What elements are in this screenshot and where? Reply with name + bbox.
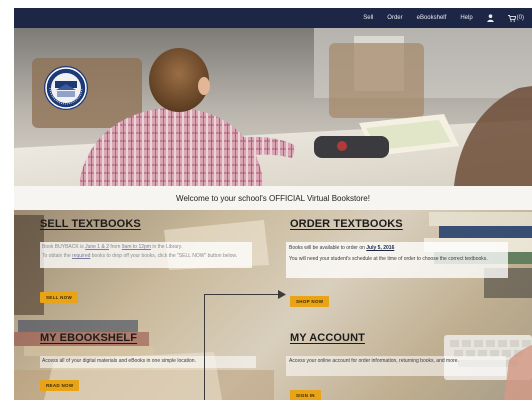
- sell-buyback-dates: June 1 & 2: [85, 244, 109, 250]
- sell-textbooks-text-2: To obtain the required books to drop off…: [42, 253, 250, 260]
- callout-line-vertical: [204, 294, 205, 400]
- sell-line1-post: in the Library.: [152, 244, 183, 250]
- hero-banner: [14, 28, 532, 186]
- hero-classroom-image: [14, 28, 532, 186]
- welcome-text: Welcome to your school's OFFICIAL Virtua…: [176, 193, 370, 203]
- order-line1-pre: Books will be available to order on: [289, 245, 365, 251]
- callout-line-horizontal: [204, 294, 282, 295]
- sell-textbooks-panel: Book BUYBACK is June 1 & 2 from 9am to 1…: [40, 242, 252, 268]
- page-frame: Sell Order eBookshelf Help (0) Welcome t…: [14, 8, 532, 400]
- sell-line2-pre: To obtain the: [42, 253, 71, 259]
- callout-arrow-icon: [278, 290, 286, 299]
- sell-buyback-time: 9am to 12pm: [121, 244, 151, 250]
- read-now-button[interactable]: READ NOW: [40, 380, 80, 391]
- sell-textbooks-text-1: Book BUYBACK is June 1 & 2 from 9am to 1…: [42, 244, 250, 251]
- order-textbooks-text-1: Books will be available to order on July…: [289, 245, 505, 252]
- user-icon[interactable]: [486, 14, 494, 22]
- order-textbooks-tile: ORDER TEXTBOOKS: [290, 218, 510, 230]
- sell-now-wrap: SELL NOW: [40, 286, 79, 304]
- shop-now-button[interactable]: SHOP NOW: [290, 296, 330, 307]
- account-text: Access your online account for order inf…: [289, 358, 459, 364]
- nav-help-link[interactable]: Help: [460, 15, 472, 21]
- account-tile: MY ACCOUNT: [290, 332, 510, 344]
- sell-textbooks-title[interactable]: SELL TEXTBOOKS: [40, 218, 270, 230]
- nav-sell-link[interactable]: Sell: [363, 15, 373, 21]
- sell-now-button[interactable]: SELL NOW: [40, 292, 79, 303]
- account-panel: Access your online account for order inf…: [286, 356, 506, 376]
- sell-line2-post: books to drop off your books, click the …: [91, 253, 238, 259]
- ebookshelf-title[interactable]: MY EBOOKSHELF: [40, 332, 270, 344]
- nav-ebookshelf-link[interactable]: eBookshelf: [417, 15, 447, 21]
- sign-in-button[interactable]: SIGN IN: [290, 390, 321, 400]
- sign-in-wrap: SIGN IN: [290, 384, 321, 400]
- read-now-wrap: READ NOW: [40, 374, 80, 392]
- welcome-banner: Welcome to your school's OFFICIAL Virtua…: [14, 186, 532, 210]
- sell-line1-mid: from: [110, 244, 121, 250]
- cart-count: (0): [516, 15, 524, 21]
- order-available-date: July 5, 2016: [366, 245, 395, 251]
- top-navigation: Sell Order eBookshelf Help (0): [14, 8, 532, 28]
- nav-order-link[interactable]: Order: [387, 15, 402, 21]
- sell-required-link[interactable]: required: [72, 253, 90, 259]
- shop-now-wrap: SHOP NOW: [290, 290, 330, 308]
- ebookshelf-text: Access all of your digital materials and…: [42, 358, 196, 364]
- ebookshelf-panel: Access all of your digital materials and…: [40, 356, 256, 368]
- feature-tiles: SELL TEXTBOOKS Book BUYBACK is June 1 & …: [14, 210, 532, 400]
- cart-button[interactable]: (0): [507, 14, 524, 22]
- order-textbooks-text-2: You will need your student's schedule at…: [289, 256, 488, 262]
- cart-icon: [507, 14, 516, 22]
- sell-textbooks-tile: SELL TEXTBOOKS: [40, 218, 270, 230]
- order-textbooks-panel: Books will be available to order on July…: [286, 242, 508, 278]
- ebookshelf-tile: MY EBOOKSHELF: [40, 332, 270, 344]
- sell-line1-pre: Book BUYBACK is: [42, 244, 84, 250]
- nav-links: Sell Order eBookshelf Help (0): [363, 8, 524, 28]
- order-textbooks-title[interactable]: ORDER TEXTBOOKS: [290, 218, 510, 230]
- school-seal-logo: [44, 66, 88, 110]
- account-title[interactable]: MY ACCOUNT: [290, 332, 510, 344]
